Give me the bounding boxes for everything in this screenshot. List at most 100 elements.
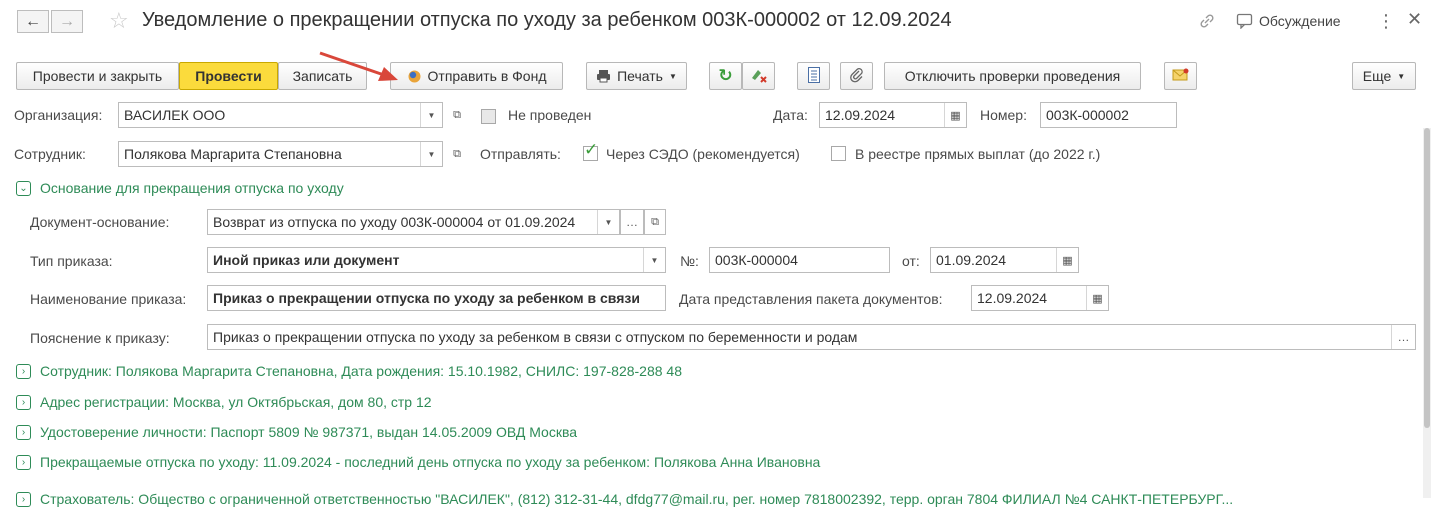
registry-checkbox[interactable] <box>831 146 846 161</box>
note-label: Пояснение к приказу: <box>30 330 170 346</box>
arrow-left-icon: ← <box>25 12 41 30</box>
arrow-right-icon: → <box>59 12 75 30</box>
open-icon[interactable]: ⧉ <box>446 102 468 128</box>
order-type-field[interactable]: Иной приказ или документ ▼ <box>207 247 666 273</box>
leave-group[interactable]: Прекращаемые отпуска по уходу: 11.09.202… <box>40 454 820 470</box>
order-type-label: Тип приказа: <box>30 253 113 269</box>
envelope-icon <box>1172 67 1190 86</box>
calendar-icon[interactable]: ▦ <box>944 103 966 127</box>
document-list-icon <box>807 66 820 86</box>
number-label: Номер: <box>980 107 1027 123</box>
employee-value: Полякова Маргарита Степановна <box>124 146 342 162</box>
favorite-star-icon[interactable]: ☆ <box>109 8 129 34</box>
package-date-value: 12.09.2024 <box>977 290 1048 306</box>
printer-icon <box>596 69 611 83</box>
order-from-value: 01.09.2024 <box>936 252 1007 268</box>
doc-basis-label: Документ-основание: <box>30 214 170 230</box>
report-button[interactable] <box>797 62 830 90</box>
discussion-label: Обсуждение <box>1259 13 1341 29</box>
employee-group[interactable]: Сотрудник: Полякова Маргарита Степановна… <box>40 363 682 379</box>
collapse-icon[interactable]: ⌄ <box>16 181 31 196</box>
sedo-label: Через СЭДО (рекомендуется) <box>606 146 800 162</box>
not-posted-label: Не проведен <box>508 107 592 123</box>
employee-field[interactable]: Полякова Маргарита Степановна ▼ <box>118 141 443 167</box>
ellipsis-icon[interactable]: … <box>1391 325 1415 349</box>
order-name-field[interactable]: Приказ о прекращении отпуска по уходу за… <box>207 285 666 311</box>
window-title: Уведомление о прекращении отпуска по ухо… <box>142 9 952 31</box>
org-value: ВАСИЛЕК ООО <box>124 107 226 123</box>
order-type-value: Иной приказ или документ <box>213 252 400 268</box>
link-icon[interactable] <box>1198 12 1216 33</box>
doc-basis-value: Возврат из отпуска по уходу 003К-000004 … <box>213 214 576 230</box>
chevron-down-icon[interactable]: ▼ <box>420 142 442 166</box>
scrollbar-thumb[interactable] <box>1424 128 1430 428</box>
order-no-field[interactable]: 003К-000004 <box>709 247 890 273</box>
back-button[interactable]: ← <box>17 10 49 33</box>
send-label: Отправлять: <box>480 146 561 162</box>
date-field[interactable]: 12.09.2024 ▦ <box>819 102 967 128</box>
identity-group[interactable]: Удостоверение личности: Паспорт 5809 № 9… <box>40 424 577 440</box>
select-ellipsis-button[interactable]: … <box>620 209 644 235</box>
chevron-down-icon[interactable]: ▼ <box>597 210 619 234</box>
address-group[interactable]: Адрес регистрации: Москва, ул Октябрьска… <box>40 394 432 410</box>
chevron-down-icon: ▼ <box>1397 71 1406 81</box>
order-no-label: №: <box>680 253 699 269</box>
send-to-fund-label: Отправить в Фонд <box>427 68 547 84</box>
expand-icon[interactable]: › <box>16 425 31 440</box>
print-button[interactable]: Печать ▼ <box>586 62 687 90</box>
registry-label: В реестре прямых выплат (до 2022 г.) <box>855 146 1101 162</box>
expand-icon[interactable]: › <box>16 492 31 507</box>
number-value: 003К-000002 <box>1046 107 1129 123</box>
basis-group-title[interactable]: Основание для прекращения отпуска по ухо… <box>40 180 344 196</box>
unpost-icon <box>750 66 768 87</box>
more-menu-icon[interactable]: ⋮ <box>1377 11 1395 32</box>
more-label: Еще <box>1362 68 1392 84</box>
close-icon[interactable]: ✕ <box>1407 9 1422 30</box>
date-value: 12.09.2024 <box>825 107 896 123</box>
doc-basis-field[interactable]: Возврат из отпуска по уходу 003К-000004 … <box>207 209 620 235</box>
refresh-button[interactable]: ↻ <box>709 62 742 90</box>
org-label: Организация: <box>14 107 103 123</box>
order-no-value: 003К-000004 <box>715 252 798 268</box>
fund-globe-icon <box>407 69 422 84</box>
message-button[interactable] <box>1164 62 1197 90</box>
disable-checks-button[interactable]: Отключить проверки проведения <box>884 62 1141 90</box>
expand-icon[interactable]: › <box>16 395 31 410</box>
post-and-close-button[interactable]: Провести и закрыть <box>16 62 179 90</box>
open-icon[interactable]: ⧉ <box>446 141 468 167</box>
package-date-field[interactable]: 12.09.2024 ▦ <box>971 285 1109 311</box>
forward-button[interactable]: → <box>51 10 83 33</box>
insurer-group[interactable]: Страхователь: Общество с ограниченной от… <box>40 491 1233 507</box>
package-date-label: Дата представления пакета документов: <box>679 291 943 307</box>
note-field[interactable]: Приказ о прекращении отпуска по уходу за… <box>207 324 1416 350</box>
number-field[interactable]: 003К-000002 <box>1040 102 1177 128</box>
expand-icon[interactable]: › <box>16 455 31 470</box>
calendar-icon[interactable]: ▦ <box>1086 286 1108 310</box>
org-field[interactable]: ВАСИЛЕК ООО ▼ <box>118 102 443 128</box>
order-from-field[interactable]: 01.09.2024 ▦ <box>930 247 1079 273</box>
paperclip-icon <box>849 67 865 86</box>
chat-icon <box>1236 13 1253 29</box>
order-name-label: Наименование приказа: <box>30 291 187 307</box>
open-icon[interactable]: ⧉ <box>644 209 666 235</box>
print-label: Печать <box>617 68 663 84</box>
expand-icon[interactable]: › <box>16 364 31 379</box>
send-to-fund-button[interactable]: Отправить в Фонд <box>390 62 563 90</box>
checkmark-icon: ✓ <box>584 140 599 159</box>
date-label: Дата: <box>773 107 808 123</box>
chevron-down-icon[interactable]: ▼ <box>643 248 665 272</box>
employee-label: Сотрудник: <box>14 146 86 162</box>
more-button[interactable]: Еще ▼ <box>1352 62 1416 90</box>
refresh-icon: ↻ <box>718 66 733 85</box>
note-value: Приказ о прекращении отпуска по уходу за… <box>213 329 858 345</box>
chevron-down-icon[interactable]: ▼ <box>420 103 442 127</box>
cancel-posting-button[interactable] <box>742 62 775 90</box>
discussion-button[interactable]: Обсуждение <box>1236 13 1341 29</box>
post-button[interactable]: Провести <box>179 62 278 90</box>
order-from-label: от: <box>902 253 920 269</box>
chevron-down-icon: ▼ <box>668 71 677 81</box>
attach-button[interactable] <box>840 62 873 90</box>
order-name-value: Приказ о прекращении отпуска по уходу за… <box>213 290 640 306</box>
calendar-icon[interactable]: ▦ <box>1056 248 1078 272</box>
not-posted-checkbox <box>481 109 496 124</box>
